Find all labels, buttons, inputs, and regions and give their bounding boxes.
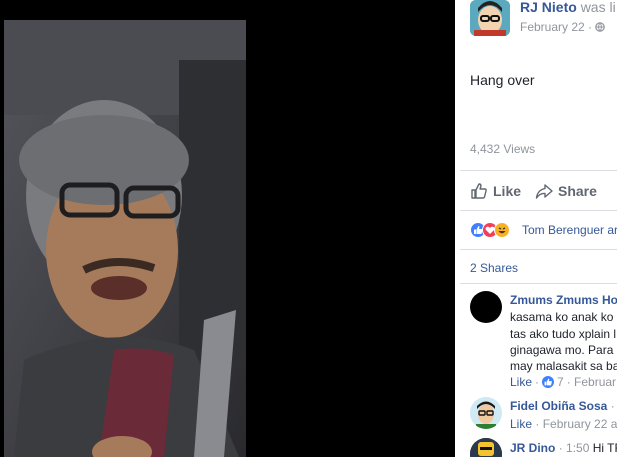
shares-link[interactable]: 2 Shares xyxy=(470,261,518,275)
like-thumb-icon xyxy=(471,183,487,199)
like-button[interactable]: Like xyxy=(470,181,521,201)
comment-author-link[interactable]: JR Dino xyxy=(510,441,555,455)
commenter-avatar[interactable] xyxy=(470,438,502,457)
comment-like-link[interactable]: Like xyxy=(510,417,532,431)
comment-text-line: kasama ko anak ko xyxy=(510,310,614,324)
globe-icon xyxy=(595,22,606,32)
live-video-frame[interactable] xyxy=(4,20,246,457)
comment-text-line: may malasakit sa ba xyxy=(510,359,617,373)
comment-date-link[interactable]: · February 22 a xyxy=(535,417,617,431)
comment-date-link[interactable]: · Februar xyxy=(567,375,616,389)
post-message: Hang over xyxy=(470,72,535,88)
commenter-avatar[interactable] xyxy=(470,291,502,323)
author-avatar[interactable] xyxy=(470,0,510,36)
date-separator: · xyxy=(588,20,593,34)
separator-dot: · xyxy=(535,375,540,389)
share-button-label: Share xyxy=(558,183,597,199)
comment-author-link[interactable]: Zmums Zmums Ho xyxy=(510,293,617,307)
author-name-link[interactable]: RJ Nieto xyxy=(520,0,577,15)
comment-text-line: tas ako tudo xplain l xyxy=(510,327,617,341)
video-stage[interactable] xyxy=(0,0,455,457)
view-count: 4,432 Views xyxy=(470,142,536,156)
separator-dot: · xyxy=(610,399,615,413)
live-status-text: was li xyxy=(580,0,616,15)
haha-reaction-icon[interactable] xyxy=(494,222,510,238)
comment-author-link[interactable]: Fidel Obiña Sosa xyxy=(510,399,607,413)
divider xyxy=(460,210,617,211)
commenter-avatar[interactable] xyxy=(470,397,502,429)
divider xyxy=(460,170,617,171)
comment-text-line: Hi TF xyxy=(592,441,617,455)
share-arrow-icon xyxy=(535,184,553,199)
comment-like-count[interactable]: 7 xyxy=(557,375,564,389)
like-button-label: Like xyxy=(493,183,522,199)
comment-time-link[interactable]: · 1:50 xyxy=(559,441,590,455)
post-date-link[interactable]: February 22 xyxy=(520,20,585,34)
comment-like-reaction-icon xyxy=(542,376,555,388)
post-side-panel: RJ Nieto was li February 22 · Hang over … xyxy=(455,0,617,457)
comment-like-link[interactable]: Like xyxy=(510,375,532,389)
comment-text-line: ginagawa mo. Para xyxy=(510,343,614,357)
reactions-names-link[interactable]: Tom Berenguer ar xyxy=(522,223,617,237)
video-person-image xyxy=(4,20,246,457)
divider xyxy=(460,283,617,284)
share-button[interactable]: Share xyxy=(535,181,597,201)
divider xyxy=(460,249,617,250)
